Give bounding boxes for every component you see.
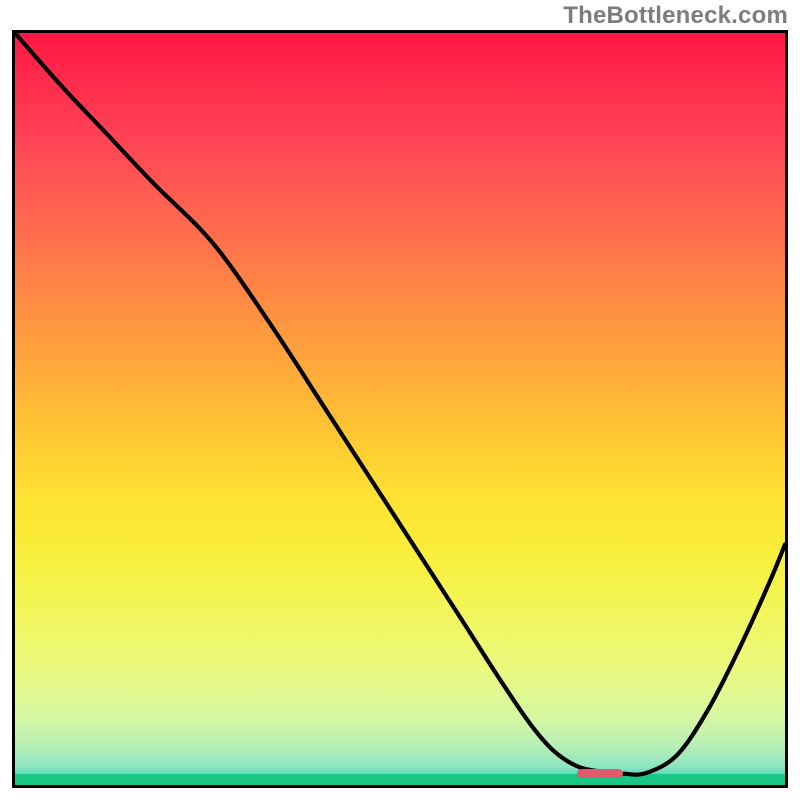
curve-svg [15,33,785,785]
watermark-text: TheBottleneck.com [563,2,788,30]
chart-container: TheBottleneck.com [0,0,800,800]
highlight-marker [577,769,623,778]
curve-line [15,33,785,775]
plot-area [12,30,788,788]
